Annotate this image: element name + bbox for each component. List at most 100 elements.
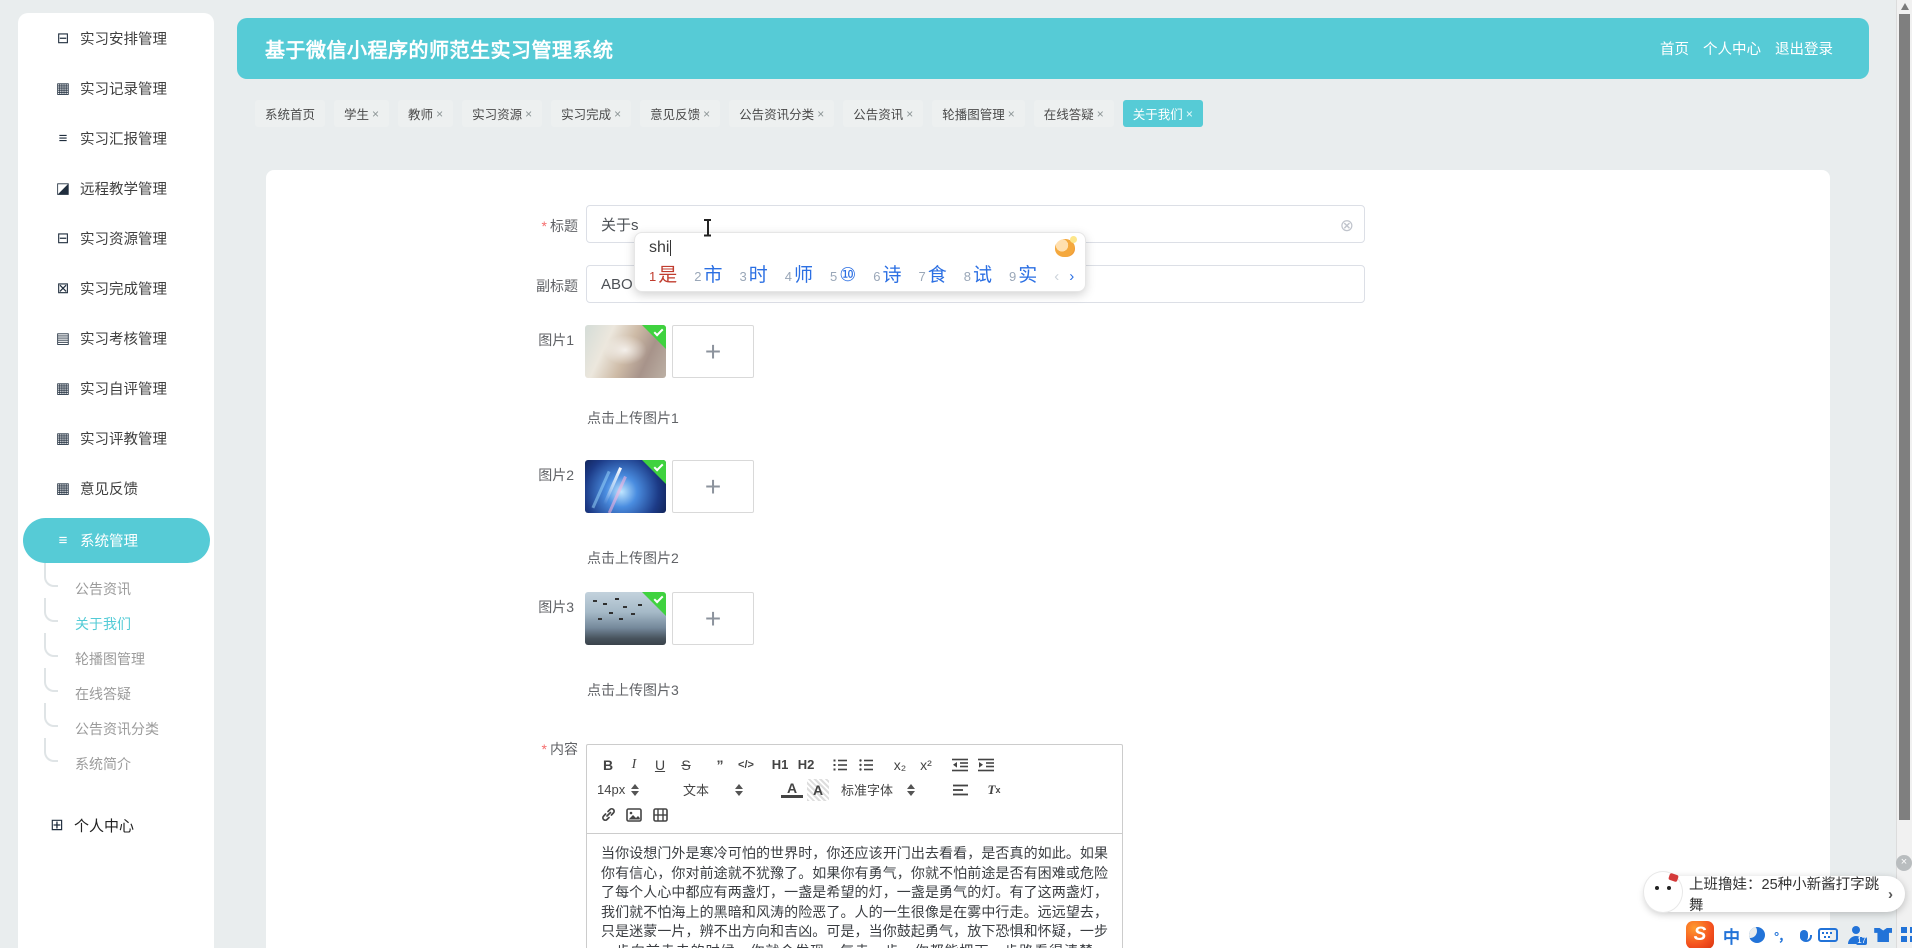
close-icon[interactable]: × <box>525 107 532 121</box>
indent-icon[interactable] <box>975 754 997 776</box>
image3-upload-button[interactable]: + <box>672 592 754 645</box>
text-color-icon[interactable]: A <box>781 781 803 798</box>
sidebar-item-internship-records[interactable]: ▦ 实习记录管理 <box>18 63 214 113</box>
ime-candidate[interactable]: 9实 <box>1009 260 1037 287</box>
nav-home-link[interactable]: 首页 <box>1660 38 1689 59</box>
close-icon[interactable]: × <box>703 107 710 121</box>
ime-candidate[interactable]: 1是 <box>649 260 677 287</box>
close-icon[interactable]: × <box>817 107 824 121</box>
ime-candidate[interactable]: 2市 <box>694 260 722 287</box>
tab-feedback[interactable]: 意见反馈 × <box>640 100 721 127</box>
heading2-icon[interactable]: H2 <box>795 754 817 776</box>
ime-promo-bubble[interactable]: 上班撸娃：25种小新酱打字跳舞 › <box>1643 871 1905 914</box>
chevron-right-icon[interactable]: › <box>1888 886 1893 903</box>
font-size-select[interactable]: 14px <box>597 782 671 797</box>
close-icon[interactable]: × <box>1186 107 1193 121</box>
tab-internship-completion[interactable]: 实习完成 × <box>551 100 632 127</box>
keyboard-icon[interactable] <box>1818 928 1839 942</box>
ime-candidate[interactable]: 6诗 <box>873 260 901 287</box>
video-icon[interactable] <box>649 804 671 826</box>
toolbox-grid-icon[interactable] <box>1901 927 1912 943</box>
ime-candidate[interactable]: 8试 <box>964 260 992 287</box>
blockquote-icon[interactable]: ” <box>709 754 731 776</box>
sidebar-item-internship-self-evaluation[interactable]: ▦ 实习自评管理 <box>18 363 214 413</box>
tab-announcement-categories[interactable]: 公告资讯分类 × <box>729 100 835 127</box>
paragraph-style-select[interactable]: 文本 <box>683 780 769 799</box>
font-family-select[interactable]: 标准字体 <box>841 780 937 799</box>
account-icon[interactable]: 17 <box>1847 926 1868 945</box>
close-icon[interactable]: × <box>614 107 621 121</box>
sogou-logo-icon[interactable]: S <box>1686 921 1714 948</box>
tab-about-us[interactable]: 关于我们 × <box>1122 100 1203 127</box>
editor-content[interactable]: 当你设想门外是寒冷可怕的世界时，你还应该开门出去看看，是否真的如此。如果你有信心… <box>587 834 1122 948</box>
sidebar-item-feedback[interactable]: ▦ 意见反馈 <box>18 463 214 513</box>
image3-thumbnail[interactable] <box>585 592 666 645</box>
tab-announcements[interactable]: 公告资讯 × <box>843 100 924 127</box>
ime-candidate[interactable]: 5⑩ <box>830 264 856 287</box>
nav-logout-link[interactable]: 退出登录 <box>1775 38 1833 59</box>
image-icon[interactable] <box>623 804 645 826</box>
tab-online-qa[interactable]: 在线答疑 × <box>1033 100 1114 127</box>
image1-thumbnail[interactable] <box>585 325 666 378</box>
ime-next-page-icon[interactable]: › <box>1069 268 1074 285</box>
close-icon[interactable]: × <box>372 107 379 121</box>
close-icon[interactable]: × <box>1008 107 1015 121</box>
italic-icon[interactable]: I <box>623 754 645 776</box>
fullwidth-moon-icon[interactable] <box>1749 927 1765 943</box>
sidebar-item-remote-teaching[interactable]: ◪ 远程教学管理 <box>18 163 214 213</box>
ime-mascot-icon[interactable] <box>1055 236 1077 257</box>
tip-close-button[interactable]: × <box>1896 855 1912 871</box>
align-icon[interactable] <box>949 779 971 801</box>
sidebar-item-personal-center[interactable]: ⊞ 个人中心 <box>18 805 214 845</box>
tab-carousel-management[interactable]: 轮播图管理 × <box>932 100 1025 127</box>
close-icon[interactable]: × <box>436 107 443 121</box>
heading1-icon[interactable]: H1 <box>769 754 791 776</box>
sidebar-item-internship-completion[interactable]: ⊠ 实习完成管理 <box>18 263 214 313</box>
link-icon[interactable] <box>597 804 619 826</box>
scrollbar-thumb[interactable] <box>1899 14 1910 820</box>
sidebar-item-internship-teaching-evaluation[interactable]: ▦ 实习评教管理 <box>18 413 214 463</box>
image2-thumbnail[interactable] <box>585 460 666 513</box>
clear-icon[interactable]: ⊗ <box>1340 216 1354 236</box>
tab-system-home[interactable]: 系统首页 <box>255 100 326 127</box>
close-icon[interactable]: × <box>1097 107 1104 121</box>
strikethrough-icon[interactable]: S <box>675 754 697 776</box>
ime-candidate[interactable]: 7食 <box>919 260 947 287</box>
microphone-icon[interactable] <box>1799 926 1813 944</box>
nav-personal-center-link[interactable]: 个人中心 <box>1703 38 1761 59</box>
subscript-icon[interactable]: x₂ <box>889 754 911 776</box>
ime-candidate[interactable]: 4师 <box>785 260 813 287</box>
skin-icon[interactable] <box>1874 928 1893 942</box>
tab-teachers[interactable]: 教师 × <box>398 100 454 127</box>
header-nav: 首页 个人中心 退出登录 <box>1660 38 1833 59</box>
underline-icon[interactable]: U <box>649 754 671 776</box>
image1-upload-button[interactable]: + <box>672 325 754 378</box>
punctuation-icon[interactable]: °， <box>1774 926 1791 945</box>
sidebar-item-system-management[interactable]: ≡ 系统管理 <box>23 518 210 563</box>
sidebar-subitem-system-intro[interactable]: 系统简介 <box>18 738 214 781</box>
tab-students[interactable]: 学生 × <box>334 100 390 127</box>
tree-branch-icon <box>44 668 58 692</box>
superscript-icon[interactable]: x² <box>915 754 937 776</box>
clear-format-icon[interactable]: Tx <box>983 779 1005 801</box>
monitor-icon: ⊟ <box>56 30 70 47</box>
sidebar-item-internship-resources[interactable]: ⊟ 实习资源管理 <box>18 213 214 263</box>
bold-icon[interactable]: B <box>597 754 619 776</box>
sidebar-item-internship-assessment[interactable]: ▤ 实习考核管理 <box>18 313 214 363</box>
ordered-list-icon[interactable] <box>829 754 851 776</box>
scroll-up-arrow-icon[interactable] <box>1901 3 1909 10</box>
vertical-scrollbar[interactable] <box>1896 0 1912 948</box>
tab-internship-resources[interactable]: 实习资源 × <box>462 100 543 127</box>
sidebar-item-internship-reports[interactable]: ≡ 实习汇报管理 <box>18 113 214 163</box>
chart-icon: ◪ <box>55 180 71 197</box>
chinese-mode-icon[interactable]: 中 <box>1723 923 1740 948</box>
code-icon[interactable]: </> <box>735 754 757 776</box>
outdent-icon[interactable] <box>949 754 971 776</box>
bullet-list-icon[interactable] <box>855 754 877 776</box>
sidebar-item-internship-arrangement[interactable]: ⊟ 实习安排管理 <box>18 13 214 63</box>
ime-prev-page-icon[interactable]: ‹ <box>1054 268 1059 285</box>
ime-candidate[interactable]: 3时 <box>740 260 768 287</box>
highlight-color-icon[interactable]: A <box>807 778 829 801</box>
close-icon[interactable]: × <box>906 107 913 121</box>
image2-upload-button[interactable]: + <box>672 460 754 513</box>
